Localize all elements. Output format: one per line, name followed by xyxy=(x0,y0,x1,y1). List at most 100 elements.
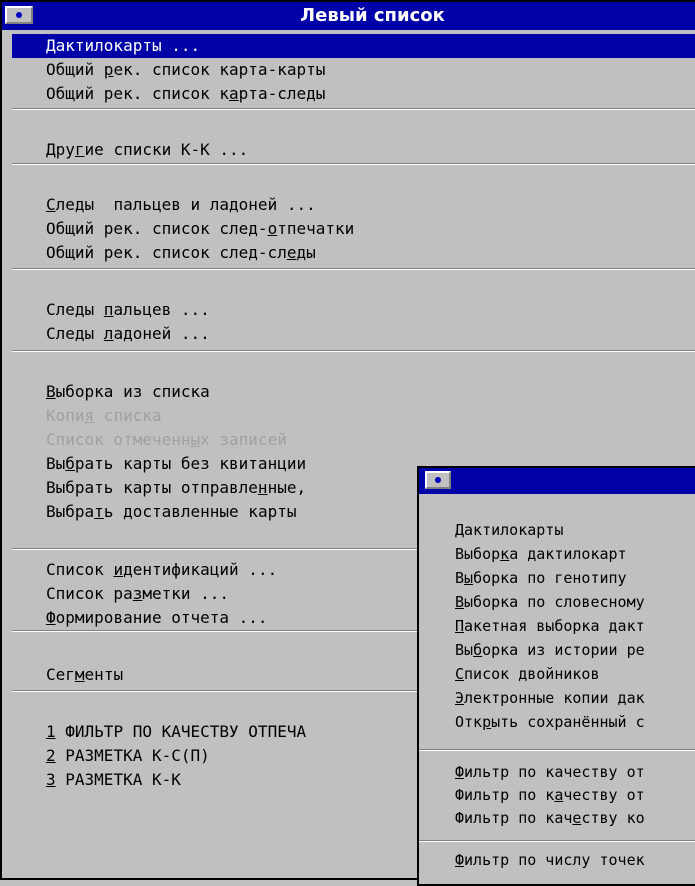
accelerator-letter: я xyxy=(84,406,95,425)
menu-item-text: РАЗМЕТКА К-К xyxy=(55,770,181,789)
menu-item[interactable]: Другие списки К-К ... xyxy=(12,138,695,162)
menu-item[interactable]: Дактилокарты ... xyxy=(12,34,695,58)
submenu-item[interactable]: Фильтр по качеству от xyxy=(419,761,695,783)
accelerator-letter: ы xyxy=(190,430,201,449)
accelerator-letter: к xyxy=(500,545,510,563)
accelerator-letter: Ф xyxy=(455,851,465,869)
menu-item-text: Общий рек. список след-сл xyxy=(46,243,287,262)
menu-separator xyxy=(12,163,695,165)
accelerator-letter: 1 xyxy=(46,722,56,741)
menu-item-text: Общий xyxy=(46,60,104,79)
submenu-item[interactable]: Выборка по словесному xyxy=(419,591,695,613)
accelerator-letter: ы xyxy=(464,569,474,587)
menu-item-text: писок двойников xyxy=(464,665,600,683)
menu-item-text: Выбрать карты отправле xyxy=(46,478,258,497)
menu-item-text: ыборка по словесному xyxy=(464,593,645,611)
submenu-item[interactable]: Дактилокарты xyxy=(419,519,695,541)
submenu-item[interactable]: Выборка дактилокарт xyxy=(419,543,695,565)
menu-item-text: Следы xyxy=(46,300,104,319)
menu-item[interactable]: Список отмеченных записей xyxy=(12,428,695,452)
accelerator-letter: г xyxy=(74,140,85,159)
window-title: Левый список xyxy=(300,5,445,26)
menu-item-text: орка из истории ре xyxy=(482,641,645,659)
menu-separator xyxy=(12,268,695,270)
menu-item-text: актилокарты xyxy=(464,521,564,539)
submenu-system-button[interactable] xyxy=(425,471,451,489)
accelerator-letter: б xyxy=(65,454,75,473)
menu-item-text: Вы xyxy=(46,454,66,473)
menu-item-text: РАЗМЕТКА К-С(П) xyxy=(55,746,210,765)
accelerator-letter: п xyxy=(103,300,114,319)
menu-item[interactable]: Следы пальцев ... xyxy=(12,298,695,322)
submenu-item[interactable]: Фильтр по качеству ко xyxy=(419,807,695,829)
accelerator-letter: Ф xyxy=(455,763,465,781)
menu-item[interactable]: Общий рек. список карта-карты xyxy=(12,58,695,82)
submenu-window: Дактилокарты Выборка дактилокарт Выборка п… xyxy=(417,466,695,886)
menu-item-text: Сег xyxy=(46,665,75,684)
menu-item[interactable]: Общий рек. список след-отпечатки xyxy=(12,217,695,241)
accelerator-letter: В xyxy=(46,382,56,401)
menu-item-text: ды xyxy=(296,243,316,262)
menu-item-text: тпечатки xyxy=(277,219,355,238)
accelerator-letter: С xyxy=(455,665,465,683)
menu-item-text: а дактилокарт xyxy=(509,545,627,563)
menu-item-text: Выбор xyxy=(455,545,501,563)
submenu-item[interactable]: Выборка по генотипу xyxy=(419,567,695,589)
menu-item-text: Список отмеченн xyxy=(46,430,191,449)
menu-item-text: рта-следы xyxy=(238,84,326,103)
menu-item-text: ильтр по качеству от xyxy=(464,763,645,781)
submenu-item[interactable]: Электронные копии дак xyxy=(419,687,695,709)
menu-item-text: ству ко xyxy=(581,809,645,827)
menu-separator xyxy=(12,350,695,352)
accelerator-letter: а xyxy=(229,84,239,103)
menu-item-text: Дру xyxy=(46,140,75,159)
menu-separator xyxy=(12,108,695,110)
submenu-item[interactable]: Список двойников xyxy=(419,663,695,685)
menu-item[interactable]: Следы пальцев и ладоней ... xyxy=(12,193,695,217)
submenu-item[interactable]: Фильтр по числу точек xyxy=(419,849,695,871)
menu-item[interactable]: Следы ладоней ... xyxy=(12,322,695,346)
menu-item[interactable]: Выборка из списка xyxy=(12,380,695,404)
accelerator-letter: м xyxy=(74,665,85,684)
system-menu-button[interactable] xyxy=(5,6,33,24)
submenu-separator xyxy=(419,840,695,842)
menu-item-text: Список ра xyxy=(46,584,133,603)
menu-item[interactable]: Общий рек. список след-следы xyxy=(12,241,695,265)
accelerator-letter: р xyxy=(482,713,492,731)
menu-item-text: дентификаций ... xyxy=(123,560,278,579)
submenu-separator xyxy=(419,749,695,751)
menu-item-text: Общий рек. список след- xyxy=(46,219,268,238)
menu-item-text: ие списки К-К ... xyxy=(84,140,249,159)
menu-item-text: Общий рек. список к xyxy=(46,84,230,103)
menu-item-text: леды пальцев и ладоней ... xyxy=(55,195,316,214)
menu-item-text: альцев ... xyxy=(113,300,210,319)
submenu-item[interactable]: Пакетная выборка дакт xyxy=(419,615,695,637)
menu-item-text: Следы xyxy=(46,324,104,343)
menu-item-text: ыть сохранённый с xyxy=(491,713,645,731)
accelerator-letter: з xyxy=(132,584,143,603)
menu-item-text: Фильтр по к xyxy=(455,786,555,804)
menu-item[interactable]: Копия списка xyxy=(12,404,695,428)
menu-item-text: ФИЛЬТР ПО КАЧЕСТВУ ОТПЕЧА xyxy=(55,722,307,741)
menu-item-text: Список xyxy=(46,560,114,579)
accelerator-letter: б xyxy=(473,641,483,659)
submenu-title-bar xyxy=(419,468,695,494)
accelerator-letter: т xyxy=(94,502,104,521)
accelerator-letter: Э xyxy=(455,689,465,707)
menu-item-text: честву от xyxy=(563,786,645,804)
menu-item[interactable]: Общий рек. список карта-следы xyxy=(12,82,695,106)
submenu-item[interactable]: Открыть сохранённый с xyxy=(419,711,695,733)
menu-item-text: Выбра xyxy=(46,502,95,521)
accelerator-letter: В xyxy=(455,593,465,611)
accelerator-letter: 2 xyxy=(46,746,56,765)
menu-item-text: Копи xyxy=(46,406,85,425)
menu-item-text: х записей xyxy=(200,430,287,449)
submenu-item[interactable]: Фильтр по качеству от xyxy=(419,784,695,806)
system-menu-icon xyxy=(435,477,441,483)
menu-item-text: списка xyxy=(94,406,162,425)
menu-item-text: ыборка из списка xyxy=(55,382,210,401)
menu-item-text: ильтр по числу точек xyxy=(464,851,645,869)
menu-item-text: метки ... xyxy=(142,584,230,603)
system-menu-icon xyxy=(16,12,22,18)
submenu-item[interactable]: Выборка из истории ре xyxy=(419,639,695,661)
